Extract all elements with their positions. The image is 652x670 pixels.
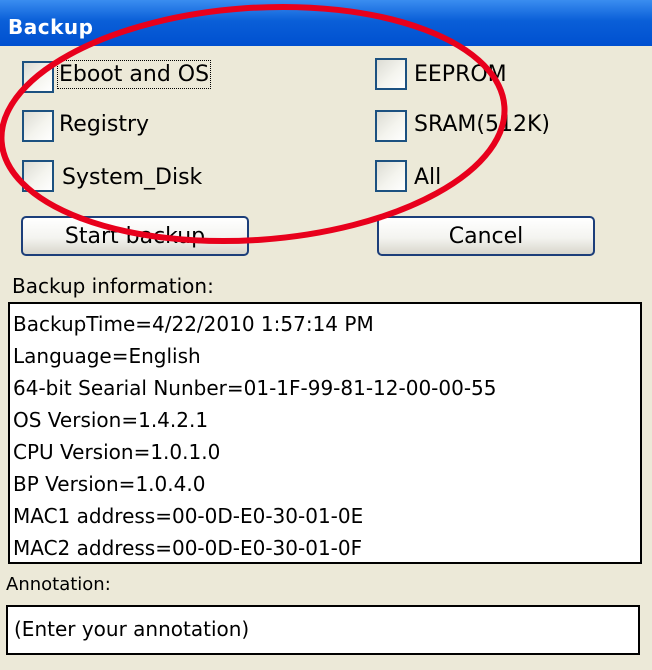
- info-serial-number: 64-bit Searial Nunber=01-1F-99-81-12-00-…: [13, 376, 497, 400]
- info-os-version: OS Version=1.4.2.1: [13, 408, 209, 432]
- system-disk-label: System_Disk: [62, 165, 203, 190]
- registry-label: Registry: [59, 112, 150, 137]
- info-bp-version: BP Version=1.0.4.0: [13, 472, 206, 496]
- eboot-os-label: Eboot and OS: [56, 60, 212, 89]
- info-mac2-address: MAC2 address=00-0D-E0-30-01-0F: [13, 536, 363, 560]
- start-backup-button[interactable]: Start backup: [21, 216, 249, 256]
- eeprom-label: EEPROM: [414, 62, 507, 87]
- annotation-input[interactable]: (Enter your annotation): [6, 605, 640, 655]
- all-checkbox[interactable]: [375, 160, 407, 192]
- annotation-label: Annotation:: [6, 574, 111, 595]
- system-disk-checkbox[interactable]: [22, 160, 54, 192]
- registry-checkbox[interactable]: [22, 110, 54, 142]
- info-mac1-address: MAC1 address=00-0D-E0-30-01-0E: [13, 504, 364, 528]
- info-language: Language=English: [13, 344, 201, 368]
- title-bar: Backup: [0, 0, 652, 46]
- backup-info-label: Backup information:: [12, 274, 214, 298]
- cancel-button[interactable]: Cancel: [377, 216, 595, 256]
- info-backup-time: BackupTime=4/22/2010 1:57:14 PM: [13, 312, 374, 336]
- info-cpu-version: CPU Version=1.0.1.0: [13, 440, 221, 464]
- sram-label: SRAM(512K): [414, 112, 550, 137]
- backup-info-box[interactable]: BackupTime=4/22/2010 1:57:14 PM Language…: [8, 302, 642, 564]
- window-title: Backup: [8, 15, 94, 39]
- sram-checkbox[interactable]: [375, 110, 407, 142]
- all-label: All: [414, 165, 442, 190]
- eeprom-checkbox[interactable]: [375, 58, 407, 90]
- eboot-os-checkbox[interactable]: [22, 61, 54, 93]
